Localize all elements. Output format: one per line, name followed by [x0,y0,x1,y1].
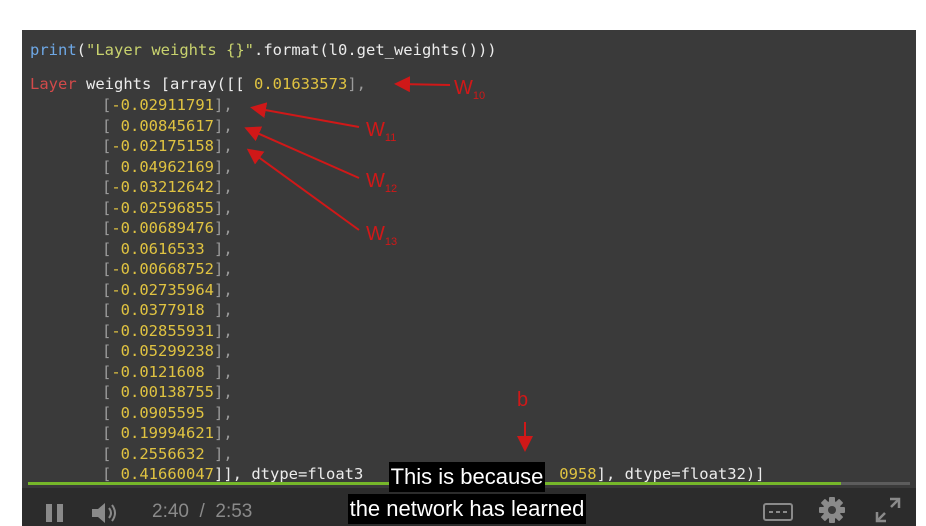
fullscreen-icon[interactable] [874,496,902,524]
bias-label: b [517,389,528,411]
arrow-w13 [246,148,360,231]
video-player[interactable]: print("Layer weights {}".format(l0.get_w… [22,30,916,526]
subtitle-line-2: the network has learned [347,494,587,524]
subtitle-overlay: This is because the network has learned [332,461,602,525]
w13-label: W13 [366,223,397,248]
arrow-w11 [250,102,360,128]
subtitle-line-1: This is because [388,462,546,492]
duration: 2:53 [215,501,253,522]
settings-icon[interactable] [818,496,846,524]
w10-label: W10 [454,77,485,102]
red-annotations: W10 W11 W12 W13 b [244,76,533,452]
volume-icon[interactable] [90,500,120,526]
arrow-w10 [394,76,451,93]
current-time: 2:40 [152,501,189,522]
time-separator: / [199,501,205,522]
w12-label: W12 [366,170,397,195]
arrow-w12 [244,126,360,179]
pause-icon[interactable] [44,502,66,524]
time-display: 2:40 / 2:53 [152,501,252,523]
captions-icon[interactable] [762,500,796,524]
w11-label: W11 [366,119,396,144]
